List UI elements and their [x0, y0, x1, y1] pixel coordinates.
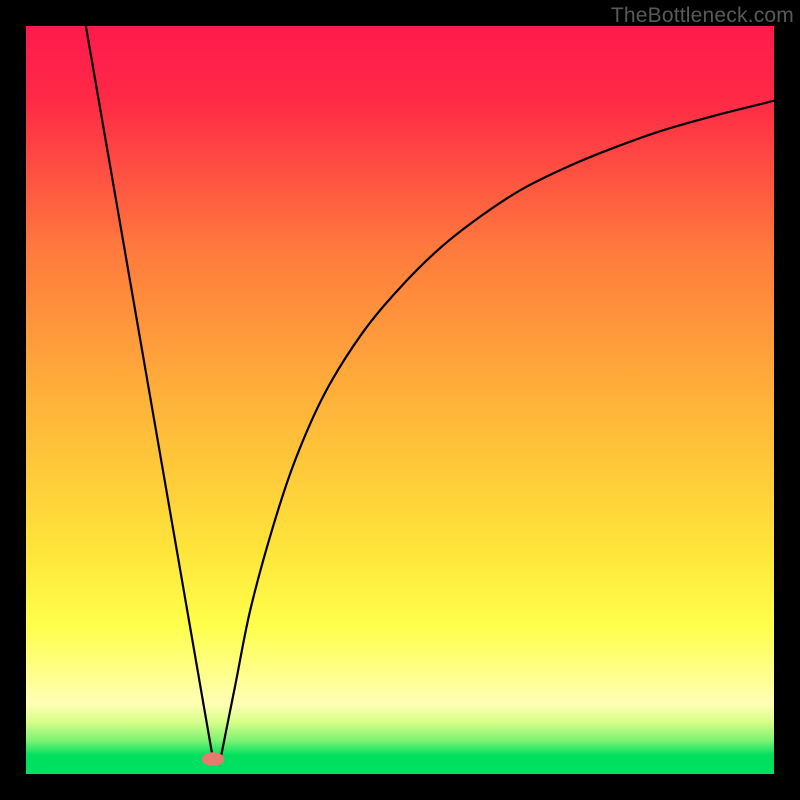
minimum-marker	[202, 752, 224, 765]
watermark-text: TheBottleneck.com	[611, 4, 794, 28]
bottleneck-chart	[26, 26, 774, 774]
gradient-background	[26, 26, 774, 774]
chart-frame	[26, 26, 774, 774]
